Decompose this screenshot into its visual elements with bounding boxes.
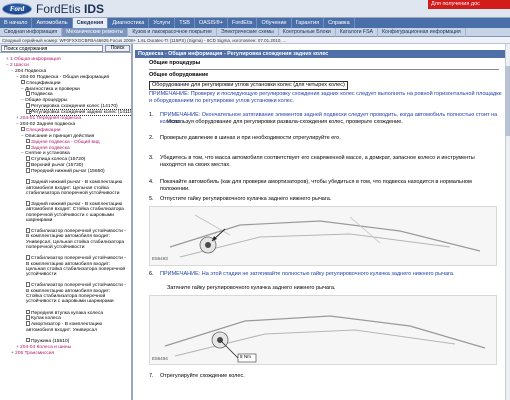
title-bar: Ford FordEtis IDS Для получения дос: [0, 0, 510, 18]
document-icon: [26, 138, 30, 144]
step-7-number: 7.: [149, 373, 154, 379]
document-icon: [26, 282, 30, 287]
document-icon: [26, 315, 30, 320]
subnav-config[interactable]: Конфигурационная информация: [378, 28, 466, 37]
note-alignment: ПРИМЕЧАНИЕ: Проверку и последующую регул…: [149, 91, 502, 104]
subnav-summary[interactable]: Сводная информация: [0, 28, 63, 37]
document-icon: [26, 337, 30, 343]
contents-panel: Поиск +1 Общая информация−2 Шасси−204 По…: [0, 44, 133, 400]
tree-item[interactable]: Стабилизатор поперечной устойчивости - В…: [26, 282, 126, 304]
equipment-item: Оборудование для регулировки углов устан…: [149, 81, 348, 90]
step-2-number: 2.: [149, 135, 154, 141]
nav-tsb[interactable]: TSB: [175, 18, 195, 28]
document-header: Подвеска - Общая информация - Регулировк…: [135, 50, 510, 58]
figure-1-illustration: E56493: [149, 206, 497, 266]
step-6-number: 6.: [149, 271, 154, 277]
subnav-modules[interactable]: Контрольные Блоки: [279, 28, 336, 37]
app-title: FordEtis IDS: [36, 2, 104, 16]
search-button[interactable]: Поиск: [105, 45, 130, 52]
tree-item-label: Стабилизатор поперечной устойчивости - В…: [26, 229, 126, 251]
subnav-body[interactable]: Кузов и лакокрасочное покрытие: [128, 28, 217, 37]
vehicle-info-bar: Сводный серийный номер: WF0FXXGCBFBA4662…: [0, 37, 510, 44]
document-icon: [26, 144, 30, 149]
step-1-number: 1.: [149, 112, 154, 118]
document-icon: [26, 255, 30, 260]
step-3-number: 3.: [149, 155, 154, 161]
step-7-text: Отрегулируйте схождение колес.: [160, 373, 245, 379]
section-title: Общие процедуры: [149, 60, 201, 66]
tree-item[interactable]: Стабилизатор поперечной устойчивости - В…: [26, 228, 126, 250]
torque-label: 8 Nm: [240, 354, 251, 359]
nav-services[interactable]: Услуги: [149, 18, 176, 28]
document-scrollbar-thumb[interactable]: [505, 66, 510, 136]
nav-help[interactable]: Справка: [324, 18, 355, 28]
sub-navigation: Сводная информация Механические ремонты …: [0, 28, 510, 37]
nav-diagnostics[interactable]: Диагностика: [108, 18, 150, 28]
document-icon: [26, 228, 30, 233]
tree-item-label: Стабилизатор поперечной устойчивости - В…: [26, 283, 126, 305]
tree-item[interactable]: Задний нижний рычаг - В комплектацию авт…: [26, 179, 126, 196]
app-title-ford: FordEtis: [36, 2, 81, 16]
tree-item-label: Задний нижний рычаг - В комплектацию авт…: [26, 202, 124, 223]
step-4-number: 4.: [149, 179, 154, 185]
document-scrollbar[interactable]: [505, 44, 510, 400]
document-icon: [26, 109, 30, 114]
figure-2-id: E56494: [152, 356, 168, 361]
document-panel: Подвеска - Общая информация - Регулировк…: [135, 44, 510, 400]
subnav-wiring[interactable]: Электрические схемы: [217, 28, 279, 37]
tree-item[interactable]: Передний нижний рычаг (15650): [26, 168, 126, 174]
figure-2-illustration: 8 Nm E56494: [149, 295, 497, 365]
document-icon: [26, 321, 30, 326]
document-icon: [26, 156, 30, 161]
document-icon: [26, 201, 30, 206]
figure-1-id: E56493: [152, 256, 168, 261]
nav-warranty[interactable]: Гарантия: [292, 18, 325, 28]
document-icon: [26, 179, 30, 184]
ford-logo: Ford: [2, 3, 32, 15]
status-banner[interactable]: Для получения дос: [428, 0, 510, 9]
step-6-note: ПРИМЕЧАНИЕ: На этой стадии не затягивайт…: [160, 271, 455, 277]
document-icon: [21, 79, 25, 85]
nav-fordetis[interactable]: FordEtis: [228, 18, 258, 28]
search-row: Поиск: [0, 44, 131, 53]
step-5-text: Отпустите гайку регулировочного кулачка …: [160, 196, 332, 202]
step-2-text: Проверьте давление в шинах и при необход…: [160, 135, 341, 141]
contents-tree: +1 Общая информация −2 Шасси −204 Подвеска…: [0, 54, 131, 400]
tree-item[interactable]: Задний нижний рычаг - В комплектацию авт…: [26, 201, 126, 223]
document-icon: [26, 162, 30, 167]
nav-info[interactable]: Сведения: [72, 18, 109, 28]
document-icon: [26, 103, 30, 108]
nav-home[interactable]: В начало: [0, 18, 33, 28]
document-icon: [26, 91, 30, 96]
step-5-number: 5.: [149, 196, 154, 202]
tree-item-label: Передний нижний рычаг (15650): [31, 169, 105, 175]
step-4-text: Покачайте автомобиль (как для проверки а…: [160, 179, 472, 192]
main-navigation: В начало Автомобиль Сведения Диагностика…: [0, 18, 510, 28]
subnav-fsa[interactable]: Каталоги FSA: [336, 28, 379, 37]
tree-item-label: Стабилизатор поперечной устойчивости - В…: [26, 256, 126, 278]
document-icon: [26, 168, 30, 173]
step-3-text: Убедитесь в том, что масса автомобиля со…: [160, 155, 475, 168]
section-divider: [149, 69, 499, 70]
document-icon: [26, 309, 30, 314]
subnav-mechanical[interactable]: Механические ремонты: [62, 28, 129, 37]
tree-item-label: Амортизатор - В комплектацию автомобиля …: [26, 322, 103, 333]
search-input[interactable]: [1, 45, 103, 52]
document-body: Общие процедуры Общее оборудование Обору…: [135, 60, 510, 400]
app-title-ids: IDS: [80, 2, 105, 16]
step-6-text: Затяните гайку регулировочного кулачка з…: [167, 285, 336, 291]
tree-item-label: Задний нижний рычаг - В комплектацию авт…: [26, 180, 123, 196]
tree-item[interactable]: Стабилизатор поперечной устойчивости - В…: [26, 255, 126, 277]
nav-vehicle[interactable]: Автомобиль: [32, 18, 73, 28]
tree-item-label: 205 Трансмиссия: [15, 350, 55, 356]
nav-oasis[interactable]: OASIS®+: [195, 18, 228, 28]
nav-training[interactable]: Обучение: [257, 18, 292, 28]
document-icon: [21, 126, 25, 132]
equipment-title: Общее оборудование: [149, 72, 209, 78]
tree-item[interactable]: +205 Трансмиссия: [11, 350, 54, 356]
tree-item[interactable]: Амортизатор - В комплектацию автомобиля …: [26, 321, 126, 333]
step-1-text: Используя оборудование для регулировки р…: [167, 119, 403, 125]
